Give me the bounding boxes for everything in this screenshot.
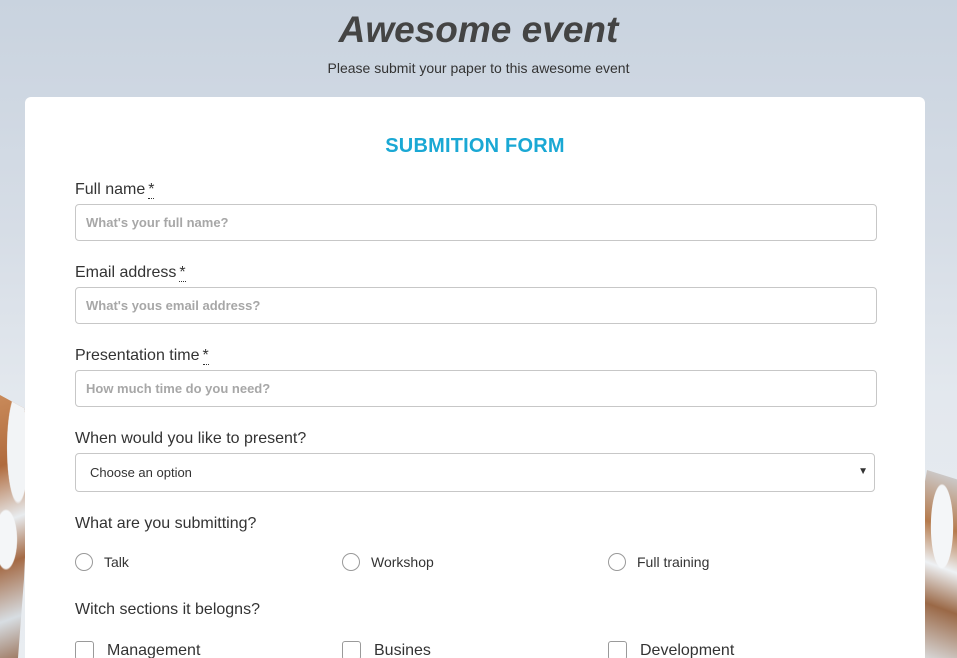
- checkbox-label: Development: [640, 641, 735, 658]
- full-name-label-text: Full name: [75, 181, 146, 198]
- presentation-time-label: Presentation time *: [75, 347, 209, 365]
- radio-button[interactable]: [75, 553, 93, 571]
- checkbox-label: Busines: [374, 641, 431, 658]
- radio-button[interactable]: [342, 553, 360, 571]
- checkbox[interactable]: [342, 641, 361, 658]
- required-marker: *: [202, 347, 209, 365]
- email-label-text: Email address: [75, 264, 177, 281]
- submission-type-label: What are you submitting?: [75, 515, 257, 532]
- full-name-input[interactable]: [75, 204, 877, 241]
- required-marker: *: [179, 264, 186, 282]
- present-when-label: When would you like to present?: [75, 430, 307, 447]
- checkbox[interactable]: [608, 641, 627, 658]
- radio-option-full-training[interactable]: Full training: [608, 553, 709, 571]
- checkbox-label: Management: [107, 641, 201, 658]
- form-heading: SUBMITION FORM: [385, 135, 565, 157]
- full-name-label: Full name *: [75, 181, 155, 199]
- presentation-time-input[interactable]: [75, 370, 877, 407]
- present-when-selected: Choose an option: [90, 465, 192, 480]
- checkbox-option-development[interactable]: Development: [608, 641, 734, 658]
- sections-label: Witch sections it belogns?: [75, 601, 260, 618]
- checkbox[interactable]: [75, 641, 94, 658]
- radio-label: Full training: [637, 554, 710, 570]
- radio-option-workshop[interactable]: Workshop: [342, 553, 434, 571]
- radio-label: Talk: [104, 554, 129, 570]
- page-title: Awesome event: [338, 9, 619, 50]
- chevron-down-icon: ▼: [858, 466, 868, 477]
- checkbox-option-busines[interactable]: Busines: [342, 641, 431, 658]
- required-marker: *: [148, 181, 155, 199]
- email-input[interactable]: [75, 287, 877, 324]
- radio-label: Workshop: [371, 554, 434, 570]
- radio-button[interactable]: [608, 553, 626, 571]
- page-subtitle: Please submit your paper to this awesome…: [327, 60, 630, 76]
- present-when-select[interactable]: Choose an option ▼: [75, 453, 875, 492]
- checkbox-option-management[interactable]: Management: [75, 641, 200, 658]
- radio-option-talk[interactable]: Talk: [75, 553, 129, 571]
- email-label: Email address *: [75, 264, 186, 282]
- presentation-time-label-text: Presentation time: [75, 347, 200, 364]
